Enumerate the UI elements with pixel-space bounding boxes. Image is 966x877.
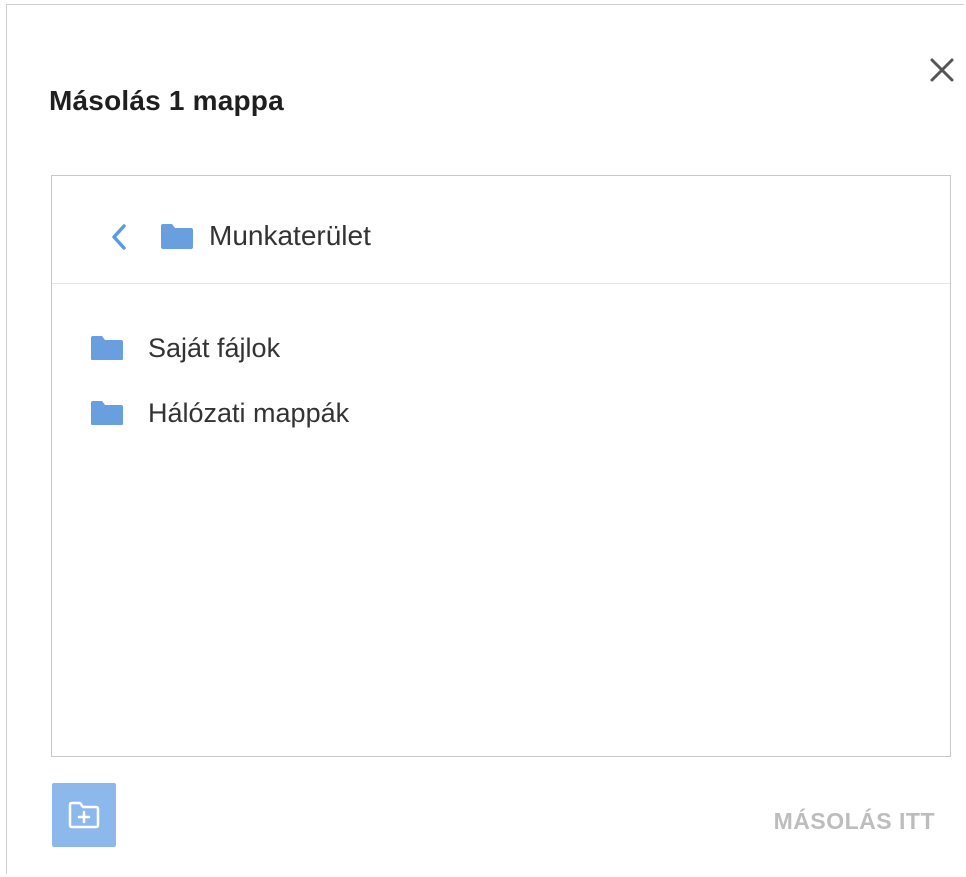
dialog-title: Másolás 1 mappa (49, 85, 284, 116)
close-button[interactable] (925, 53, 959, 87)
folder-icon (161, 224, 193, 249)
new-folder-icon (68, 801, 100, 829)
new-folder-button[interactable] (52, 783, 116, 847)
folder-item-label: Hálózati mappák (148, 397, 350, 428)
copy-dialog: Másolás 1 mappa Munkaterület Saját fájlo (6, 4, 964, 874)
folder-browser: Munkaterület Saját fájlok Hálózati mappá… (51, 175, 951, 757)
browser-header: Munkaterület (52, 176, 950, 284)
folder-icon (90, 399, 126, 427)
close-icon (930, 58, 954, 82)
folder-item-label: Saját fájlok (148, 332, 281, 363)
folder-item-sajat-fajlok[interactable]: Saját fájlok (90, 326, 910, 370)
folder-item-halozati-mappak[interactable]: Hálózati mappák (90, 391, 910, 435)
current-folder-title: Munkaterület (209, 220, 371, 251)
back-button[interactable] (104, 220, 134, 254)
chevron-left-icon (112, 224, 126, 250)
folder-icon (90, 334, 126, 362)
copy-here-button[interactable]: MÁSOLÁS ITT (747, 801, 947, 841)
